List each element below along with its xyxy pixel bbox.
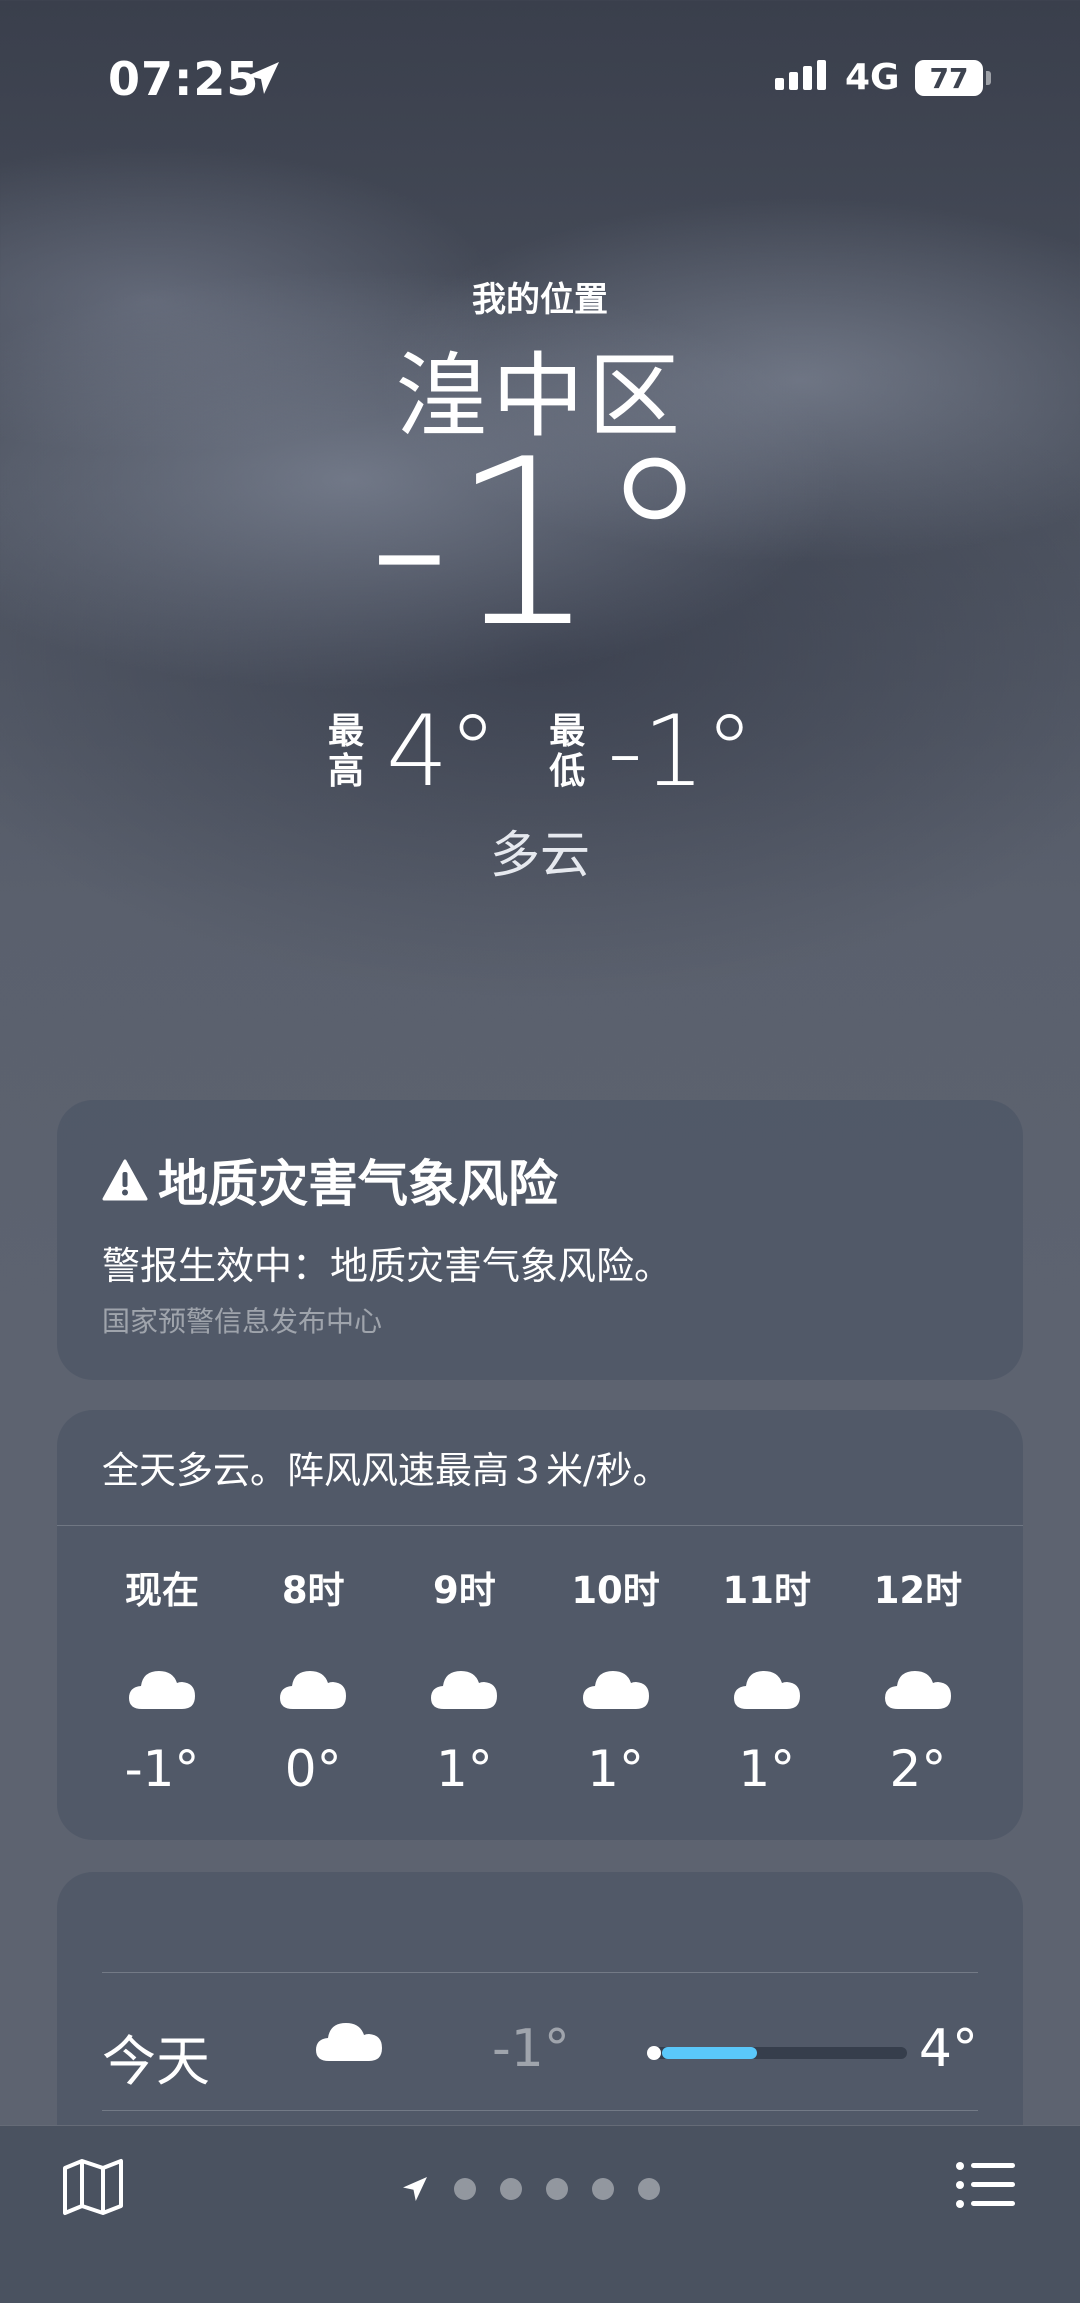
day-name: 今天 [102,2030,210,2093]
page-dot[interactable] [592,2178,614,2200]
cellular-signal-icon [775,60,826,90]
hour-temp: 1° [587,1740,644,1798]
location-arrow-icon[interactable] [400,2174,430,2204]
daily-row-today[interactable]: 今天 -1° 4° [102,2017,978,2107]
hour-label: 12时 [873,1569,963,1612]
alert-body: 警报生效中：地质灾害气象风险。 [102,1244,673,1288]
alert-title: 地质灾害气象风险 [158,1155,558,1213]
low-label: 最低 [549,711,586,792]
hourly-list[interactable]: 现在 -1° 8时 0° 9时 1° 10时 1° 11时 1° 12时 2° [87,1560,993,1798]
cloud-icon [733,1671,800,1709]
hour-temp: 0° [284,1740,342,1798]
cloud-icon [884,1671,951,1709]
page-dot[interactable] [638,2178,660,2200]
hour-label: 11时 [722,1569,812,1612]
hour-item: 10时 1° [541,1560,691,1798]
bottom-toolbar [0,2125,1080,2303]
condition-text: 多云 [490,826,590,884]
current-temperature: -1° [367,411,713,678]
page-dot[interactable] [500,2178,522,2200]
alert-title-row: 地质灾害气象风险 [102,1144,558,1216]
network-type: 4G [845,57,900,98]
cloud-icon [129,1671,195,1709]
weather-alert-card[interactable]: 地质灾害气象风险 警报生效中：地质灾害气象风险。 国家预警信息发布中心 [57,1100,1023,1380]
cloud-icon [582,1671,649,1709]
hour-temp: 2° [889,1740,947,1798]
hour-item: 9时 1° [389,1560,539,1798]
page-dot[interactable] [546,2178,568,2200]
hour-item: 现在 -1° [87,1560,237,1798]
hour-label: 9时 [433,1569,496,1612]
page-dot[interactable] [454,2178,476,2200]
low-temp: -1° [607,695,755,809]
page-indicator[interactable] [400,2174,660,2204]
divider [102,2110,978,2111]
hour-item: 11时 1° [692,1560,842,1798]
cloud-icon [431,1671,498,1709]
hour-label: 8时 [281,1569,345,1612]
divider [57,1525,1023,1526]
high-temp: 4° [385,695,498,809]
day-low-temp: -1° [492,2019,570,2079]
warning-triangle-icon [102,1159,148,1201]
hour-temp: 1° [435,1740,493,1798]
divider [102,1972,978,1973]
map-icon[interactable] [62,2158,124,2216]
status-time: 07:25 [108,52,260,106]
hour-label: 现在 [125,1569,199,1612]
hour-label: 10时 [571,1569,660,1612]
hour-item: 12时 2° [843,1560,993,1798]
day-high-temp: 4° [918,2019,978,2079]
temperature-range-fill [662,2047,757,2059]
cloud-icon [280,1671,347,1709]
city-list-icon[interactable] [955,2160,1017,2210]
hour-item: 8时 0° [238,1560,388,1798]
high-label: 最高 [327,711,364,792]
hourly-forecast-card[interactable]: 全天多云。阵风风速最高３米/秒。 现在 -1° 8时 0° 9时 1° 10时 … [57,1410,1023,1840]
high-low: 最高 4° 最低 -1° [0,695,1080,809]
hour-temp: -1° [124,1740,200,1798]
forecast-summary: 全天多云。阵风风速最高３米/秒。 [102,1449,670,1492]
battery-tip [986,71,991,85]
hour-temp: 1° [738,1740,796,1798]
location-label: 我的位置 [472,280,608,320]
battery-icon: 77 [915,60,983,96]
current-temp-dot [647,2046,661,2060]
cloud-icon [316,2023,382,2061]
alert-source: 国家预警信息发布中心 [102,1305,383,1338]
location-arrow-icon [247,62,279,94]
